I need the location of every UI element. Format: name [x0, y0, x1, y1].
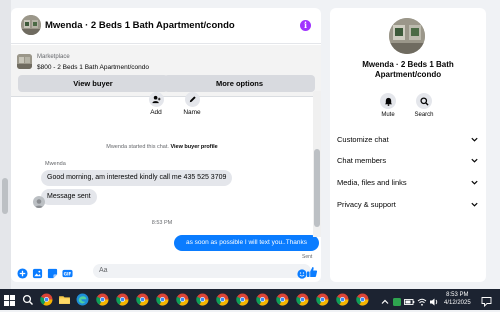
- search-icon: [416, 93, 432, 109]
- marketplace-banner: Marketplace $800 - 2 Beds 1 Bath Apartme…: [11, 45, 321, 97]
- notification-icon[interactable]: [481, 294, 492, 308]
- listing-thumbnail[interactable]: [21, 15, 41, 35]
- chevron-down-icon: [471, 202, 478, 207]
- file-explorer-icon[interactable]: [58, 293, 71, 306]
- chrome-icon[interactable]: [196, 293, 209, 306]
- section-media-files-links[interactable]: Media, files and links: [337, 176, 481, 190]
- chat-scrollbar[interactable]: [313, 91, 321, 237]
- mute-label: Mute: [381, 112, 395, 118]
- marketplace-label: Marketplace: [37, 54, 70, 60]
- gif-icon[interactable]: GIF: [62, 266, 73, 278]
- section-customize-chat[interactable]: Customize chat: [337, 133, 481, 147]
- listing-title[interactable]: $800 - 2 Beds 1 Bath Apartment/condo: [37, 64, 149, 71]
- sender-avatar[interactable]: [33, 196, 45, 208]
- details-panel: Mwenda · 2 Beds 1 Bath Apartment/condo M…: [330, 8, 486, 282]
- image-icon[interactable]: [32, 266, 43, 279]
- chrome-icon[interactable]: [296, 293, 309, 306]
- message-input[interactable]: Aa: [93, 264, 311, 279]
- tray-chevron-up-icon[interactable]: [380, 294, 390, 304]
- details-title: Mwenda · 2 Beds 1 Bath Apartment/condo: [362, 60, 454, 79]
- volume-icon[interactable]: [429, 294, 439, 306]
- chat-scrollbar-thumb[interactable]: [314, 149, 320, 227]
- name-label: Name: [183, 109, 201, 116]
- more-options-button[interactable]: More options: [164, 75, 315, 92]
- add-label: Add: [150, 109, 162, 116]
- add-action[interactable]: Add: [136, 92, 176, 116]
- svg-text:GIF: GIF: [64, 271, 72, 276]
- person-add-icon: [148, 92, 164, 107]
- edge-icon[interactable]: [76, 293, 89, 306]
- message-timestamp: 8:53 PM: [151, 220, 173, 226]
- search-action[interactable]: Search: [409, 93, 439, 118]
- search-label: Search: [414, 112, 434, 118]
- chrome-icon[interactable]: [336, 293, 349, 306]
- section-label: Media, files and links: [337, 178, 407, 187]
- chat-panel: Mwenda · 2 Beds 1 Bath Apartment/condo i…: [11, 8, 321, 282]
- chevron-down-icon: [471, 158, 478, 163]
- bell-icon: [380, 93, 396, 109]
- thumbs-up-icon[interactable]: [306, 265, 318, 277]
- profile-actions: Add Name: [136, 92, 246, 122]
- sticker-icon[interactable]: [47, 266, 58, 279]
- info-icon[interactable]: i: [300, 20, 311, 31]
- taskbar-clock[interactable]: 8:53 PM 4/12/2025: [444, 292, 471, 307]
- message-composer: GIF Aa: [11, 262, 321, 282]
- chevron-down-icon: [471, 180, 478, 185]
- chrome-icon[interactable]: [256, 293, 269, 306]
- sender-name: Mwenda: [45, 161, 66, 167]
- battery-icon[interactable]: [404, 294, 415, 305]
- chrome-icon[interactable]: [116, 293, 129, 306]
- chrome-icon[interactable]: [156, 293, 169, 306]
- sent-status: Sent: [302, 254, 313, 260]
- chevron-down-icon: [471, 137, 478, 142]
- system-message-text: Mwenda started this chat.: [106, 144, 169, 150]
- name-action[interactable]: Name: [172, 92, 212, 116]
- gutter-scroll-thumb[interactable]: [2, 178, 8, 214]
- system-message: Mwenda started this chat. View buyer pro…: [11, 144, 313, 150]
- details-avatar[interactable]: [389, 18, 425, 54]
- chrome-icon[interactable]: [96, 293, 109, 306]
- section-label: Customize chat: [337, 135, 389, 144]
- section-label: Chat members: [337, 156, 387, 165]
- taskbar-search-icon[interactable]: [22, 293, 35, 306]
- chat-title: Mwenda · 2 Beds 1 Bath Apartment/condo: [45, 20, 235, 31]
- pencil-icon: [184, 92, 200, 107]
- wifi-icon[interactable]: [417, 294, 427, 306]
- chrome-icon[interactable]: [40, 293, 53, 306]
- plus-circle-icon[interactable]: [17, 266, 28, 279]
- message-input-placeholder: Aa: [99, 267, 108, 274]
- mute-action[interactable]: Mute: [373, 93, 403, 118]
- chat-header: Mwenda · 2 Beds 1 Bath Apartment/condo i: [11, 8, 321, 44]
- incoming-message-1[interactable]: Good morning, am interested kindly call …: [41, 170, 233, 186]
- chrome-icon[interactable]: [316, 293, 329, 306]
- chrome-icon[interactable]: [276, 293, 289, 306]
- section-chat-members[interactable]: Chat members: [337, 154, 481, 168]
- section-privacy-support[interactable]: Privacy & support: [337, 198, 481, 212]
- windows-start-icon[interactable]: [4, 293, 17, 306]
- outgoing-message[interactable]: as soon as possible I will text you..Tha…: [174, 235, 319, 251]
- marketplace-thumbnail: [17, 54, 32, 69]
- tray-app-icon[interactable]: [392, 294, 402, 306]
- chrome-icon[interactable]: [216, 293, 229, 306]
- chrome-icon[interactable]: [176, 293, 189, 306]
- section-label: Privacy & support: [337, 200, 396, 209]
- chrome-icon[interactable]: [356, 293, 369, 306]
- clock-date: 4/12/2025: [444, 299, 471, 306]
- chrome-icon[interactable]: [136, 293, 149, 306]
- left-scroll-gutter: [0, 0, 11, 289]
- clock-time: 8:53 PM: [446, 292, 469, 298]
- incoming-message-2[interactable]: Message sent: [41, 189, 97, 205]
- chrome-icon[interactable]: [236, 293, 249, 306]
- taskbar: 8:53 PM 4/12/2025: [0, 289, 500, 310]
- view-buyer-profile-link[interactable]: View buyer profile: [170, 144, 217, 150]
- view-buyer-button[interactable]: View buyer: [18, 75, 168, 92]
